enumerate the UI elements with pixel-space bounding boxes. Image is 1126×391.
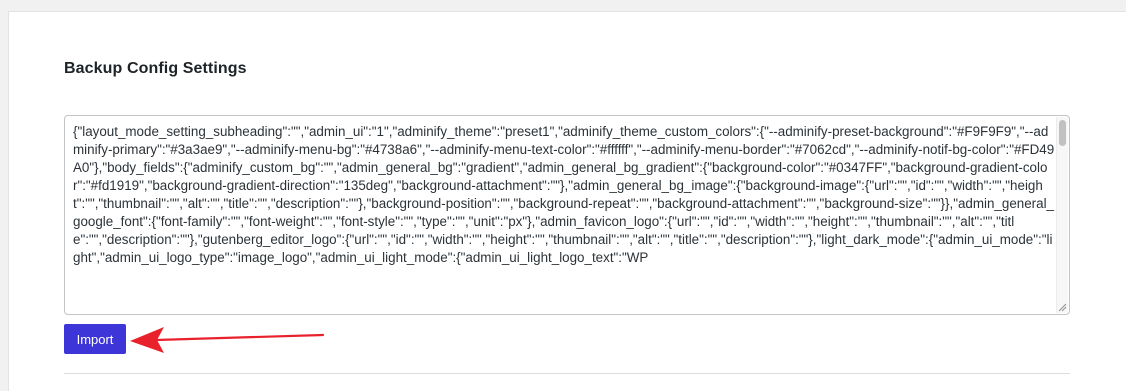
config-textarea[interactable]: {"layout_mode_setting_subheading":"","ad… (64, 115, 1070, 315)
resize-grip-icon[interactable] (1058, 303, 1067, 312)
section-divider (64, 373, 1070, 374)
red-arrow-icon (130, 327, 325, 353)
vertical-scrollbar[interactable] (1056, 117, 1068, 313)
page-title: Backup Config Settings (64, 60, 247, 77)
import-button[interactable]: Import (64, 324, 126, 354)
config-textarea-content[interactable]: {"layout_mode_setting_subheading":"","ad… (73, 123, 1055, 313)
scrollbar-thumb[interactable] (1059, 120, 1066, 146)
